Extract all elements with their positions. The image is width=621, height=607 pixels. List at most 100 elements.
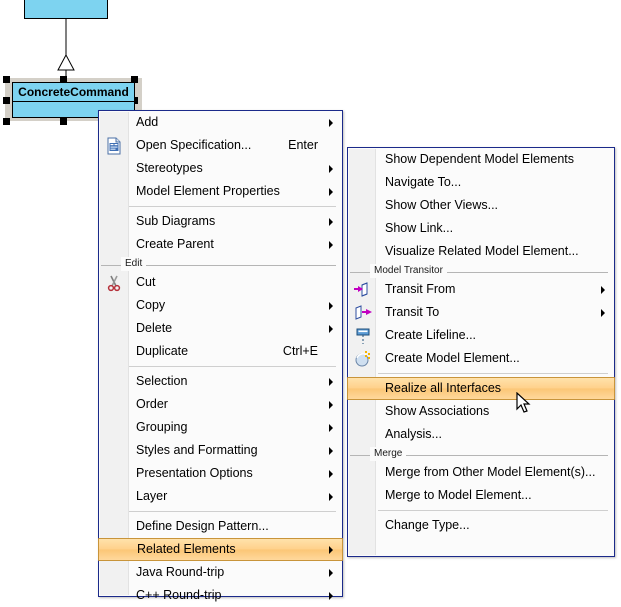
submenu-arrow-icon (329, 324, 333, 333)
submenu-arrow-icon (329, 187, 333, 196)
submenu-arrow-icon (329, 377, 333, 386)
menu-item-realize-all-interfaces[interactable]: Realize all Interfaces (347, 377, 615, 400)
menu-item-label: Selection (136, 374, 188, 388)
menu-item-show-other-views[interactable]: Show Other Views... (348, 194, 614, 217)
menu-item-label: Merge to Model Element... (385, 488, 532, 502)
submenu-arrow-icon (329, 400, 333, 409)
selection-handle-nw[interactable] (3, 76, 10, 83)
menu-item-visualize-related-model-element[interactable]: Visualize Related Model Element... (348, 240, 614, 263)
menu-item-open-specification[interactable]: Open Specification... Enter (99, 134, 342, 157)
transit-to-icon (354, 304, 372, 322)
menu-item-label: Sub Diagrams (136, 214, 216, 228)
menu-item-duplicate[interactable]: Duplicate Ctrl+E (99, 340, 342, 363)
menu-item-label: Realize all Interfaces (385, 381, 502, 395)
menu-item-show-dependent-model-elements[interactable]: Show Dependent Model Elements (348, 148, 614, 171)
menu-item-styles-and-formatting[interactable]: Styles and Formatting (99, 439, 342, 462)
menu-item-java-round-trip[interactable]: Java Round-trip (99, 561, 342, 584)
menu-item-label: Show Link... (385, 221, 454, 235)
menu-item-merge-to-model-element[interactable]: Merge to Model Element... (348, 484, 614, 507)
menu-item-label: Create Model Element... (385, 351, 520, 365)
submenu-arrow-icon (329, 217, 333, 226)
selection-handle-sw[interactable] (3, 118, 10, 125)
menu-item-label: Visualize Related Model Element... (385, 244, 579, 258)
lifeline-icon (354, 327, 372, 345)
menu-separator (129, 366, 336, 367)
menu-group-label: Edit (121, 257, 147, 271)
menu-item-change-type[interactable]: Change Type... (348, 514, 614, 537)
menu-item-label: Navigate To... (385, 175, 462, 189)
scissors-icon (105, 274, 123, 292)
submenu-arrow-icon (329, 545, 333, 554)
specification-icon (105, 137, 123, 155)
submenu-arrow-icon (601, 308, 605, 317)
model-element-icon (354, 350, 372, 368)
menu-item-label: Merge from Other Model Element(s)... (385, 465, 596, 479)
menu-item-analysis[interactable]: Analysis... (348, 423, 614, 446)
menu-item-sub-diagrams[interactable]: Sub Diagrams (99, 210, 342, 233)
menu-item-navigate-to[interactable]: Navigate To... (348, 171, 614, 194)
menu-item-label: Java Round-trip (136, 565, 225, 579)
menu-item-add[interactable]: Add (99, 111, 342, 134)
menu-item-delete[interactable]: Delete (99, 317, 342, 340)
menu-item-shortcut: Enter (288, 138, 318, 152)
menu-item-label: Presentation Options (136, 466, 253, 480)
menu-separator (378, 373, 608, 374)
menu-item-merge-from-other-model-element-s[interactable]: Merge from Other Model Element(s)... (348, 461, 614, 484)
menu-item-order[interactable]: Order (99, 393, 342, 416)
menu-item-label: Open Specification... (136, 138, 252, 152)
menu-item-label: C++ Round-trip (136, 588, 222, 602)
menu-separator (378, 510, 608, 511)
menu-item-label: Related Elements (137, 542, 236, 556)
context-menu[interactable]: Add Open Specification... Enter Stereotypes… (98, 110, 343, 602)
menu-item-stereotypes[interactable]: Stereotypes (99, 157, 342, 180)
submenu-arrow-icon (329, 591, 333, 600)
submenu-arrow-icon (329, 164, 333, 173)
submenu-arrow-icon (329, 469, 333, 478)
submenu-arrow-icon (329, 492, 333, 501)
menu-group-label: Model Transitor (370, 264, 447, 278)
submenu-arrow-icon (329, 446, 333, 455)
menu-item-show-link[interactable]: Show Link... (348, 217, 614, 240)
menu-group-merge: Merge (348, 447, 614, 461)
menu-item-define-design-pattern[interactable]: Define Design Pattern... (99, 515, 342, 538)
menu-item-transit-from[interactable]: Transit From (348, 278, 614, 301)
submenu-arrow-icon (329, 301, 333, 310)
menu-item-show-associations[interactable]: Show Associations (348, 400, 614, 423)
menu-item-label: Transit To (385, 305, 440, 319)
submenu-arrow-icon (329, 118, 333, 127)
menu-item-label: Cut (136, 275, 156, 289)
menu-item-label: Define Design Pattern... (136, 519, 269, 533)
submenu-arrow-icon (329, 240, 333, 249)
menu-item-cut[interactable]: Cut (99, 271, 342, 294)
transit-from-icon (354, 281, 372, 299)
menu-item-label: Show Dependent Model Elements (385, 152, 575, 166)
related-elements-submenu-items: Show Dependent Model Elements Navigate To… (347, 148, 615, 537)
menu-item-layer[interactable]: Layer (99, 485, 342, 508)
menu-item-related-elements[interactable]: Related Elements (98, 538, 343, 561)
selection-handle-w[interactable] (3, 97, 10, 104)
menu-separator (129, 206, 336, 207)
related-elements-submenu[interactable]: Show Dependent Model Elements Navigate To… (347, 147, 615, 557)
menu-item-label: Add (136, 115, 159, 129)
menu-item-label: Create Lifeline... (385, 328, 477, 342)
menu-item-shortcut: Ctrl+E (282, 344, 318, 358)
menu-item-model-element-properties[interactable]: Model Element Properties (99, 180, 342, 203)
menu-item-label: Copy (136, 298, 166, 312)
uml-class-command[interactable]: +Execute() (24, 0, 108, 19)
menu-item-label: Show Associations (385, 404, 490, 418)
menu-item-label: Layer (136, 489, 168, 503)
menu-item-copy[interactable]: Copy (99, 294, 342, 317)
menu-item-c-round-trip[interactable]: C++ Round-trip (99, 584, 342, 607)
menu-item-label: Duplicate (136, 344, 189, 358)
menu-item-transit-to[interactable]: Transit To (348, 301, 614, 324)
menu-item-create-lifeline[interactable]: Create Lifeline... (348, 324, 614, 347)
menu-item-selection[interactable]: Selection (99, 370, 342, 393)
menu-item-presentation-options[interactable]: Presentation Options (99, 462, 342, 485)
menu-group-model-transitor: Model Transitor (348, 264, 614, 278)
menu-item-label: Show Other Views... (385, 198, 499, 212)
menu-item-create-parent[interactable]: Create Parent (99, 233, 342, 256)
menu-item-grouping[interactable]: Grouping (99, 416, 342, 439)
menu-item-create-model-element[interactable]: Create Model Element... (348, 347, 614, 370)
menu-group-edit: Edit (99, 257, 342, 271)
submenu-arrow-icon (329, 423, 333, 432)
